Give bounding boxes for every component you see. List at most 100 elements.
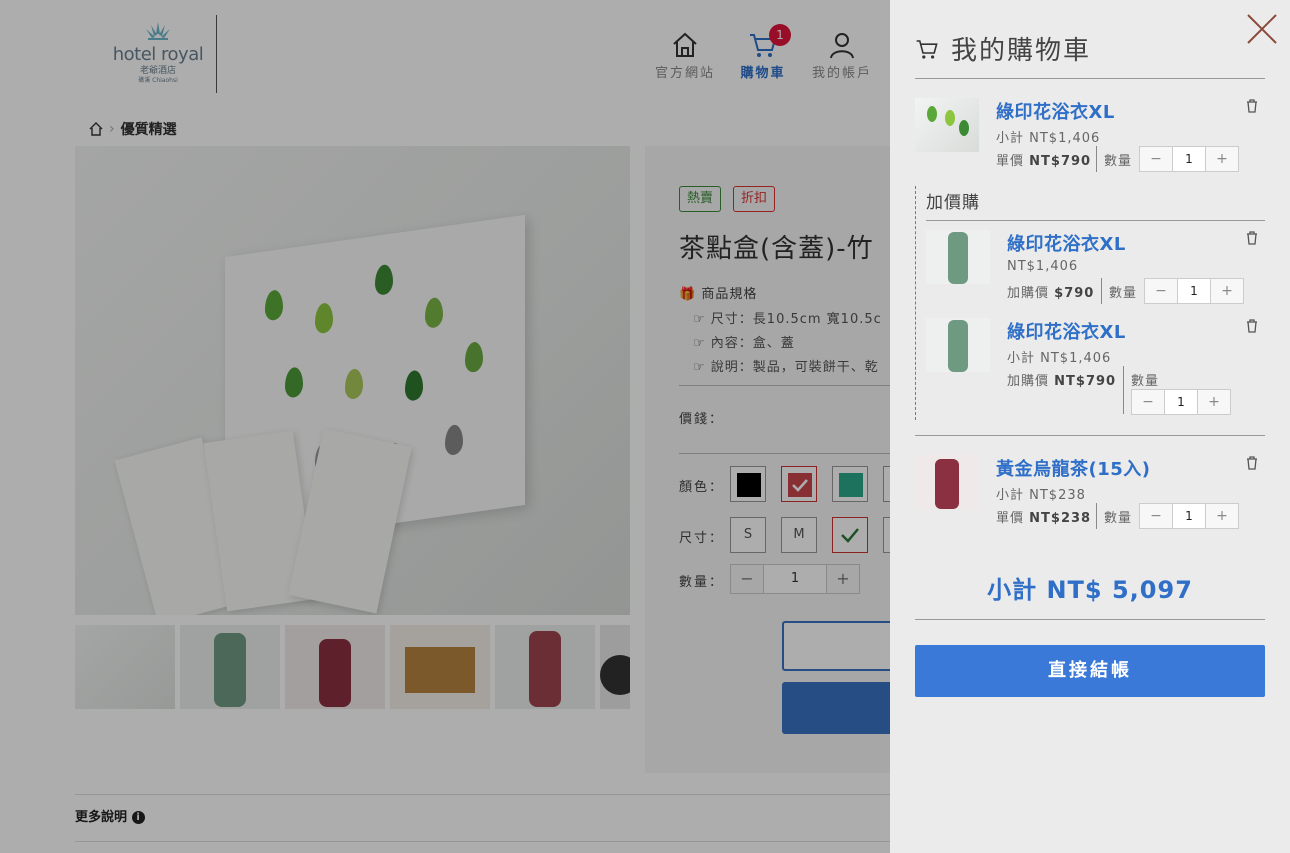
addon-divider — [926, 220, 1265, 221]
cart-qty-stepper: − 1 + — [1131, 389, 1231, 415]
qty-plus-button[interactable]: + — [1211, 279, 1243, 303]
more-info-section[interactable]: 更多說明 i — [75, 794, 905, 842]
hotel-logo[interactable]: hotel royal 老爺酒店 礁溪 Chiaohsi — [108, 20, 208, 85]
cart-item: 綠印花浴衣XL 小計 NT$1,406 單價 NT$790 數量 − 1 + — [915, 98, 1265, 178]
size-option-selected[interactable] — [832, 517, 868, 553]
nav-cart[interactable]: 購物車 1 — [728, 24, 798, 81]
addon-section-bar — [915, 186, 916, 420]
cart-total: 小計 NT$ 5,097 — [987, 576, 1193, 604]
divider — [1123, 366, 1124, 414]
breadcrumb-current[interactable]: 優質精選 — [121, 119, 177, 139]
qty-minus-button[interactable]: − — [1140, 147, 1172, 171]
cart-title: 我的購物車 — [915, 30, 1091, 67]
cart-icon — [916, 39, 938, 59]
cart-qty-label: 數量 — [1104, 154, 1133, 169]
thumbnail-child-red-robe[interactable] — [285, 625, 385, 709]
qty-plus-button[interactable]: + — [1206, 504, 1238, 528]
addon-item-image[interactable] — [926, 230, 990, 284]
cart-qty-label: 數量 — [1104, 511, 1133, 526]
divider — [1101, 278, 1102, 304]
qty-minus-button[interactable]: − — [1145, 279, 1177, 303]
spec-contents: ☞ 內容：盒、蓋 — [693, 336, 795, 351]
thumbnail-strip — [75, 625, 630, 709]
trash-icon[interactable] — [1244, 98, 1260, 114]
product-main-image — [75, 146, 630, 615]
cart-drawer: 我的購物車 綠印花浴衣XL 小計 NT$1,406 單價 NT$790 數量 −… — [890, 0, 1290, 853]
size-option-m[interactable]: M — [781, 517, 817, 553]
cart-divider — [915, 78, 1265, 79]
cart-item: 黃金烏龍茶(15入) 小計 NT$238 單價 NT$238 數量 − 1 + — [915, 455, 1265, 535]
user-icon — [830, 33, 854, 59]
qty-minus-button[interactable]: − — [1132, 390, 1164, 414]
addon-item-price: 小計 NT$1,406 — [1007, 351, 1112, 366]
thumbnail-tea-box[interactable] — [75, 625, 175, 709]
trash-icon[interactable] — [1244, 455, 1260, 471]
price-label: 價錢： — [679, 412, 725, 427]
info-icon: i — [131, 811, 145, 824]
thumbnail-wooden-box[interactable] — [390, 625, 490, 709]
qty-input[interactable]: 1 — [1177, 279, 1211, 303]
qty-input[interactable]: 1 — [1172, 504, 1206, 528]
breadcrumb: › 優質精選 — [89, 119, 177, 139]
divider — [1096, 146, 1097, 172]
color-swatch-teal[interactable] — [832, 466, 868, 502]
qty-plus-button[interactable]: + — [1198, 390, 1230, 414]
cart-count-badge: 1 — [769, 24, 791, 46]
nav-official-label: 官方網站 — [654, 66, 715, 81]
trash-icon[interactable] — [1244, 230, 1260, 246]
logo-sub: 老爺酒店 — [139, 66, 176, 76]
qty-input[interactable]: 1 — [1172, 147, 1206, 171]
qty-minus-button[interactable]: − — [731, 565, 763, 593]
cart-divider — [915, 619, 1265, 620]
cart-item-image[interactable] — [915, 98, 979, 152]
qty-minus-button[interactable]: − — [1140, 504, 1172, 528]
qty-input[interactable]: 1 — [763, 565, 827, 593]
cart-qty-label: 數量 — [1131, 374, 1160, 389]
cart-item-name[interactable]: 綠印花浴衣XL — [996, 98, 1115, 124]
addon-item-name[interactable]: 綠印花浴衣XL — [1007, 230, 1126, 256]
qty-input[interactable]: 1 — [1164, 390, 1198, 414]
home-icon — [673, 32, 697, 57]
size-option-s[interactable]: S — [730, 517, 766, 553]
cart-item-name[interactable]: 黃金烏龍茶(15入) — [996, 455, 1151, 481]
cart-item-unit-price: 單價 NT$790 — [996, 154, 1092, 169]
qty-label: 數量： — [679, 575, 725, 590]
cart-item-image[interactable] — [915, 455, 979, 509]
cart-qty-label: 數量 — [1109, 286, 1138, 301]
spec-size: ☞ 尺寸：長10.5cm 寬10.5c — [693, 312, 882, 327]
close-icon[interactable] — [1245, 12, 1279, 46]
nav-cart-label: 購物車 — [740, 66, 786, 81]
thumbnail-green-robe[interactable] — [180, 625, 280, 709]
addon-item-image[interactable] — [926, 318, 990, 372]
nav-my-account[interactable]: 我的帳戶 — [807, 30, 877, 81]
color-swatch-black[interactable] — [730, 466, 766, 502]
divider — [1096, 503, 1097, 529]
addon-item-name[interactable]: 綠印花浴衣XL — [1007, 318, 1126, 344]
spec-heading: 🎁 商品規格 — [679, 287, 758, 302]
logo-divider — [216, 15, 217, 93]
cart-item-subtotal: 小計 NT$1,406 — [996, 131, 1101, 146]
color-swatch-red-selected[interactable] — [781, 466, 817, 502]
cart-item-unit-price: 單價 NT$238 — [996, 511, 1092, 526]
checkout-button[interactable]: 直接結帳 — [915, 645, 1265, 697]
thumbnail-red-robe[interactable] — [495, 625, 595, 709]
logo-brand: hotel royal — [112, 44, 204, 65]
breadcrumb-home-icon[interactable] — [89, 122, 103, 136]
spec-description: ☞ 說明：製品，可裝餅干、乾 — [693, 360, 879, 375]
addon-item-addon-price: 加購價 NT$790 — [1007, 374, 1117, 389]
more-info-label: 更多說明 — [75, 810, 128, 825]
addon-item: 綠印花浴衣XL NT$1,406 加購價 $790 數量 − 1 + — [926, 230, 1265, 310]
logo-sub2: 礁溪 Chiaohsi — [138, 77, 178, 84]
addon-title: 加價購 — [926, 193, 980, 213]
addon-item: 綠印花浴衣XL 小計 NT$1,406 加購價 NT$790 數量 − 1 + — [926, 318, 1265, 418]
trash-icon[interactable] — [1244, 318, 1260, 334]
hot-sale-tag: 熱賣 — [679, 186, 722, 212]
qty-plus-button[interactable]: + — [1206, 147, 1238, 171]
cart-qty-stepper: − 1 + — [1139, 146, 1239, 172]
addon-item-price: NT$1,406 — [1007, 259, 1079, 274]
breadcrumb-chevron-icon: › — [109, 121, 115, 137]
nav-official-site[interactable]: 官方網站 — [650, 30, 720, 81]
qty-plus-button[interactable]: + — [827, 565, 859, 593]
discount-tag: 折扣 — [733, 186, 776, 212]
thumbnail-plate[interactable] — [600, 625, 630, 709]
